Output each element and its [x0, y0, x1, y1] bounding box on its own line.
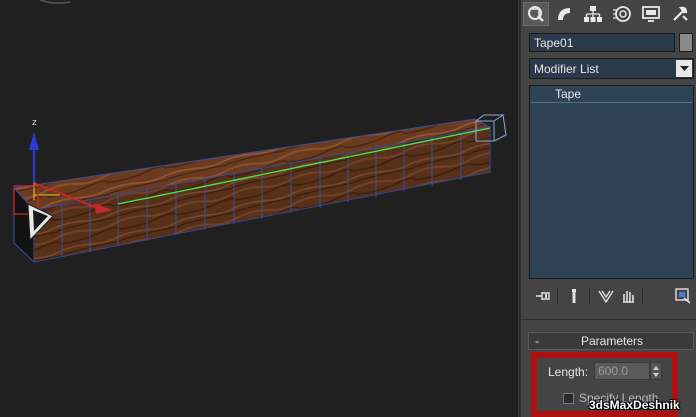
specify-length-checkbox[interactable]	[563, 393, 574, 404]
command-panel-tabs	[521, 0, 696, 28]
modifier-stack[interactable]: Tape	[529, 85, 694, 279]
tab-display[interactable]	[638, 2, 664, 26]
length-field[interactable]: 600.0	[594, 362, 650, 380]
rollout-title: Parameters	[580, 334, 644, 348]
object-color-swatch[interactable]	[679, 33, 693, 52]
watermark: 3dsMaxDeshnik	[589, 398, 680, 412]
show-end-result-icon	[572, 289, 576, 303]
parameters-rollout-header[interactable]: Parameters -	[528, 332, 694, 350]
remove-modifier-icon	[623, 291, 634, 303]
pin-stack-icon	[536, 292, 550, 300]
utilities-icon	[673, 6, 688, 21]
stack-toolbar	[529, 285, 694, 307]
make-unique-icon	[598, 290, 614, 304]
rollout-collapse-toggle[interactable]: -	[535, 334, 539, 348]
tab-create[interactable]	[523, 2, 549, 26]
command-panel: Tape01 Modifier List Tape Parameters - L…	[521, 0, 696, 417]
panel-separator	[521, 319, 696, 320]
object-name-field[interactable]: Tape01	[529, 33, 675, 52]
chevron-down-icon[interactable]	[676, 60, 692, 77]
tab-motion[interactable]	[609, 2, 635, 26]
modify-icon	[558, 8, 570, 20]
pin-stack-button[interactable]	[532, 287, 554, 305]
tab-modify[interactable]	[551, 2, 577, 26]
tab-hierarchy[interactable]	[580, 2, 606, 26]
spinner-down-icon[interactable]	[653, 373, 659, 377]
toolbar-separator	[642, 288, 643, 304]
gizmo-z-label: z	[32, 118, 37, 128]
remove-modifier-button[interactable]	[617, 287, 639, 305]
make-unique-button[interactable]	[595, 287, 617, 305]
display-icon	[642, 6, 660, 22]
toolbar-separator	[589, 288, 590, 304]
hierarchy-icon	[584, 6, 602, 22]
stack-item-tape[interactable]: Tape	[531, 87, 692, 103]
motion-icon	[613, 6, 631, 22]
viewport-scene: z	[13, 0, 507, 264]
toolbar-separator	[557, 288, 558, 304]
configure-modifier-sets-button[interactable]	[672, 287, 694, 305]
tab-utilities[interactable]	[667, 2, 693, 26]
create-icon	[528, 6, 544, 22]
length-label: Length:	[548, 365, 589, 379]
configure-modifier-sets-icon	[675, 288, 691, 304]
spinner-up-icon[interactable]	[653, 366, 659, 370]
show-end-result-button[interactable]	[563, 287, 585, 305]
modifier-list-dropdown[interactable]: Modifier List	[529, 58, 694, 79]
perspective-viewport[interactable]: z	[0, 0, 518, 417]
modifier-list-label: Modifier List	[534, 62, 599, 76]
length-spinner[interactable]	[650, 362, 662, 380]
arc-fragment	[39, 0, 71, 4]
